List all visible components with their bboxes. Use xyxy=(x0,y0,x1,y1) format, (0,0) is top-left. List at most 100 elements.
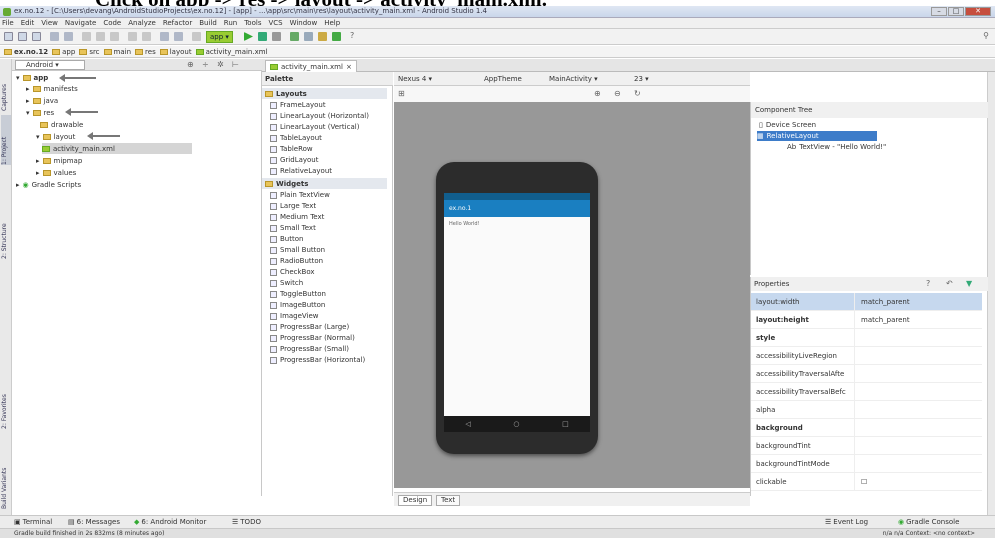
debug-icon[interactable] xyxy=(258,32,267,41)
find-icon[interactable] xyxy=(128,32,137,41)
breadcrumb-app[interactable]: app xyxy=(52,48,75,56)
tool-event-log[interactable]: ☰ Event Log xyxy=(825,518,868,526)
make-project-icon[interactable] xyxy=(192,32,201,41)
palette-item[interactable]: Small Button xyxy=(270,245,325,255)
palette-item[interactable]: RadioButton xyxy=(270,256,323,266)
back-icon[interactable] xyxy=(160,32,169,41)
cut-icon[interactable] xyxy=(82,32,91,41)
undo-icon[interactable] xyxy=(50,32,59,41)
refresh-icon[interactable]: ↻ xyxy=(634,89,641,98)
tree-item-java[interactable]: ▸ java xyxy=(26,95,58,106)
property-row[interactable]: layout:height match_parent xyxy=(751,311,982,329)
tool-gradle-console[interactable]: ◉ Gradle Console xyxy=(898,518,959,526)
property-row[interactable]: background xyxy=(751,419,982,437)
property-row[interactable]: style xyxy=(751,329,982,347)
android-device-monitor-icon[interactable] xyxy=(332,32,341,41)
editor-tab-activity-main[interactable]: activity_main.xml × xyxy=(265,60,357,72)
tool-tab-favorites[interactable]: 2: Favorites xyxy=(1,379,11,429)
close-button[interactable]: ✕ xyxy=(965,7,991,16)
help-icon[interactable]: ? xyxy=(926,279,930,288)
tool-todo[interactable]: ☰ TODO xyxy=(232,518,261,526)
paste-icon[interactable] xyxy=(110,32,119,41)
menu-help[interactable]: Help xyxy=(324,19,340,27)
tree-item-values[interactable]: ▸ values xyxy=(36,167,76,178)
palette-item[interactable]: ToggleButton xyxy=(270,289,326,299)
tool-tab-structure[interactable]: 2: Structure xyxy=(1,209,11,259)
tree-item-layout[interactable]: ▾ layout xyxy=(36,131,75,142)
replace-icon[interactable] xyxy=(142,32,151,41)
run-icon[interactable] xyxy=(244,32,253,41)
breadcrumb-main[interactable]: main xyxy=(103,48,131,56)
palette-item[interactable]: TableRow xyxy=(270,144,313,154)
device-selector[interactable]: Nexus 4 ▾ xyxy=(398,75,432,83)
project-structure-icon[interactable] xyxy=(318,32,327,41)
avd-manager-icon[interactable] xyxy=(304,32,313,41)
palette-item[interactable]: ProgressBar (Small) xyxy=(270,344,349,354)
palette-item[interactable]: FrameLayout xyxy=(270,100,326,110)
project-view-selector[interactable]: Android ▾ xyxy=(15,60,85,70)
property-row[interactable]: backgroundTint xyxy=(751,437,982,455)
settings-gear-icon[interactable]: ✲ xyxy=(217,60,224,69)
sync-scroll-icon[interactable]: ⊕ xyxy=(187,60,194,69)
menu-tools[interactable]: Tools xyxy=(244,19,261,27)
breadcrumb-file[interactable]: activity_main.xml xyxy=(195,48,268,56)
palette-item[interactable]: RelativeLayout xyxy=(270,166,332,176)
component-device-screen[interactable]: ▯ Device Screen xyxy=(759,120,816,130)
tree-item-manifests[interactable]: ▸ manifests xyxy=(26,83,78,94)
property-row[interactable]: accessibilityTraversalBefc xyxy=(751,383,982,401)
tool-tab-build-variants[interactable]: Build Variants xyxy=(1,449,11,509)
menu-view[interactable]: View xyxy=(41,19,58,27)
copy-icon[interactable] xyxy=(96,32,105,41)
zoom-out-icon[interactable]: ⊖ xyxy=(614,89,621,98)
property-row[interactable]: accessibilityLiveRegion xyxy=(751,347,982,365)
palette-item[interactable]: ProgressBar (Large) xyxy=(270,322,349,332)
breadcrumb-res[interactable]: res xyxy=(135,48,156,56)
palette-item[interactable]: Button xyxy=(270,234,303,244)
property-row[interactable]: alpha xyxy=(751,401,982,419)
palette-item[interactable]: ImageView xyxy=(270,311,319,321)
theme-selector[interactable]: AppTheme xyxy=(484,75,522,83)
zoom-in-icon[interactable]: ⊕ xyxy=(594,89,601,98)
tree-item-activity-main[interactable]: activity_main.xml xyxy=(42,143,192,154)
property-row[interactable]: clickable ☐ xyxy=(751,473,982,491)
activity-selector[interactable]: MainActivity ▾ xyxy=(549,75,598,83)
palette-item[interactable]: LinearLayout (Horizontal) xyxy=(270,111,369,121)
layout-width-icon[interactable]: ⊞ xyxy=(398,89,405,98)
tree-item-app[interactable]: ▾ app xyxy=(16,72,48,83)
breadcrumb-layout[interactable]: layout xyxy=(159,48,192,56)
hello-textview[interactable]: Hello World! xyxy=(449,221,480,227)
menu-refactor[interactable]: Refactor xyxy=(163,19,192,27)
menu-edit[interactable]: Edit xyxy=(21,19,35,27)
menu-file[interactable]: File xyxy=(2,19,14,27)
palette-item[interactable]: Large Text xyxy=(270,201,316,211)
property-row[interactable]: backgroundTintMode xyxy=(751,455,982,473)
tree-item-mipmap[interactable]: ▸ mipmap xyxy=(36,155,82,166)
tree-item-gradle-scripts[interactable]: ▸ ◉ Gradle Scripts xyxy=(16,179,81,190)
maximize-button[interactable]: □ xyxy=(948,7,964,16)
palette-item[interactable]: LinearLayout (Vertical) xyxy=(270,122,359,132)
restore-icon[interactable]: ↶ xyxy=(946,279,953,288)
menu-analyze[interactable]: Analyze xyxy=(128,19,156,27)
menu-window[interactable]: Window xyxy=(290,19,318,27)
menu-build[interactable]: Build xyxy=(199,19,217,27)
open-icon[interactable] xyxy=(4,32,13,41)
tool-tab-captures[interactable]: Captures xyxy=(1,61,11,111)
clickable-checkbox[interactable]: ☐ xyxy=(855,478,867,486)
breadcrumb-project[interactable]: ex.no.12 xyxy=(4,48,48,56)
tool-tab-project[interactable]: 1: Project xyxy=(1,115,11,165)
breadcrumb-src[interactable]: src xyxy=(79,48,100,56)
minimize-button[interactable]: – xyxy=(931,7,947,16)
component-textview[interactable]: Ab TextView - "Hello World!" xyxy=(787,142,886,152)
property-row[interactable]: accessibilityTraversalAfte xyxy=(751,365,982,383)
tree-item-drawable[interactable]: drawable xyxy=(40,119,83,130)
attach-debugger-icon[interactable] xyxy=(272,32,281,41)
tree-item-res[interactable]: ▾ res xyxy=(26,107,54,118)
palette-item[interactable]: Plain TextView xyxy=(270,190,330,200)
save-icon[interactable] xyxy=(18,32,27,41)
palette-item[interactable]: Medium Text xyxy=(270,212,324,222)
help-icon[interactable]: ? xyxy=(350,31,354,40)
palette-group-widgets[interactable]: Widgets xyxy=(262,178,387,189)
hide-panel-icon[interactable]: ⊢ xyxy=(232,60,239,69)
palette-item[interactable]: ProgressBar (Normal) xyxy=(270,333,355,343)
sdk-manager-icon[interactable] xyxy=(290,32,299,41)
